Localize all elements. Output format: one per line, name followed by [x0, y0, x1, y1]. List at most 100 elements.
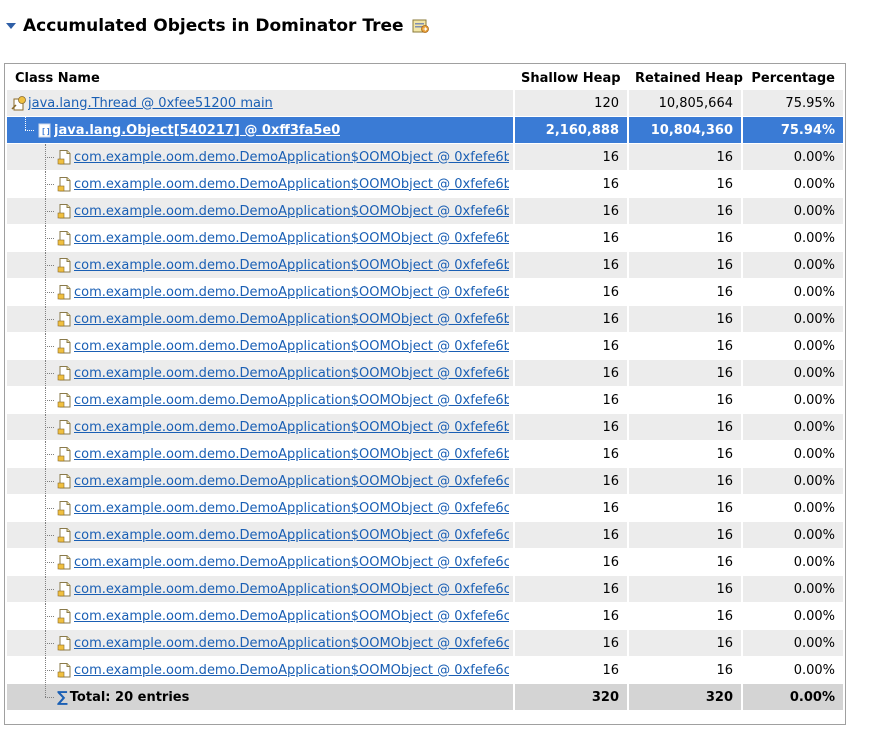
- root-object-link[interactable]: java.lang.Thread @ 0xfee51200 main: [28, 96, 273, 111]
- child-object-link[interactable]: com.example.oom.demo.DemoApplication$OOM…: [74, 204, 509, 219]
- table-row[interactable]: com.example.oom.demo.DemoApplication$OOM…: [7, 171, 843, 198]
- child-object-link[interactable]: com.example.oom.demo.DemoApplication$OOM…: [74, 150, 509, 165]
- child-object-link[interactable]: com.example.oom.demo.DemoApplication$OOM…: [74, 555, 509, 570]
- instance-object-icon: [57, 366, 71, 381]
- tree-connector: [41, 603, 57, 629]
- column-header-class-name[interactable]: Class Name: [7, 66, 513, 90]
- child-object-link[interactable]: com.example.oom.demo.DemoApplication$OOM…: [74, 420, 509, 435]
- table-row[interactable]: com.example.oom.demo.DemoApplication$OOM…: [7, 279, 843, 306]
- root-row[interactable]: java.lang.Thread @ 0xfee51200 main 120 1…: [7, 90, 843, 117]
- table-row[interactable]: com.example.oom.demo.DemoApplication$OOM…: [7, 225, 843, 252]
- child-retained-heap: 16: [627, 441, 741, 468]
- tree-connector: [41, 468, 57, 494]
- child-object-link[interactable]: com.example.oom.demo.DemoApplication$OOM…: [74, 663, 509, 678]
- child-object-link[interactable]: com.example.oom.demo.DemoApplication$OOM…: [74, 528, 509, 543]
- child-object-link[interactable]: com.example.oom.demo.DemoApplication$OOM…: [74, 339, 509, 354]
- table-row[interactable]: com.example.oom.demo.DemoApplication$OOM…: [7, 468, 843, 495]
- child-object-link[interactable]: com.example.oom.demo.DemoApplication$OOM…: [74, 285, 509, 300]
- table-row[interactable]: com.example.oom.demo.DemoApplication$OOM…: [7, 387, 843, 414]
- child-percentage: 0.00%: [741, 279, 843, 306]
- table-row[interactable]: com.example.oom.demo.DemoApplication$OOM…: [7, 144, 843, 171]
- table-row[interactable]: com.example.oom.demo.DemoApplication$OOM…: [7, 441, 843, 468]
- child-object-link[interactable]: com.example.oom.demo.DemoApplication$OOM…: [74, 258, 509, 273]
- root-shallow-heap: 120: [513, 90, 627, 117]
- column-header-retained-heap[interactable]: Retained Heap: [627, 66, 743, 90]
- instance-object-icon: [57, 474, 71, 489]
- child-retained-heap: 16: [627, 576, 741, 603]
- root-percentage: 75.95%: [741, 90, 843, 117]
- table-row[interactable]: com.example.oom.demo.DemoApplication$OOM…: [7, 576, 843, 603]
- child-shallow-heap: 16: [513, 603, 627, 630]
- dominator-tree-table: Class Name Shallow Heap Retained Heap Pe…: [7, 66, 843, 711]
- column-header-percentage[interactable]: Percentage: [741, 66, 843, 90]
- child-percentage: 0.00%: [741, 225, 843, 252]
- child-shallow-heap: 16: [513, 306, 627, 333]
- table-row[interactable]: com.example.oom.demo.DemoApplication$OOM…: [7, 630, 843, 657]
- table-row[interactable]: com.example.oom.demo.DemoApplication$OOM…: [7, 522, 843, 549]
- child-object-link[interactable]: com.example.oom.demo.DemoApplication$OOM…: [74, 393, 509, 408]
- table-row[interactable]: com.example.oom.demo.DemoApplication$OOM…: [7, 495, 843, 522]
- table-row[interactable]: com.example.oom.demo.DemoApplication$OOM…: [7, 414, 843, 441]
- child-object-link[interactable]: com.example.oom.demo.DemoApplication$OOM…: [74, 447, 509, 462]
- table-row[interactable]: com.example.oom.demo.DemoApplication$OOM…: [7, 198, 843, 225]
- instance-object-icon: [57, 528, 71, 543]
- child-object-link[interactable]: com.example.oom.demo.DemoApplication$OOM…: [74, 501, 509, 516]
- instance-object-icon: [57, 150, 71, 165]
- child-retained-heap: 16: [627, 171, 741, 198]
- instance-object-icon: [57, 393, 71, 408]
- child-retained-heap: 16: [627, 603, 741, 630]
- instance-object-icon: [57, 285, 71, 300]
- tree-connector: [21, 117, 37, 143]
- child-object-link[interactable]: com.example.oom.demo.DemoApplication$OOM…: [74, 636, 509, 651]
- column-header-shallow-heap[interactable]: Shallow Heap: [513, 66, 627, 90]
- child-shallow-heap: 16: [513, 171, 627, 198]
- table-row[interactable]: com.example.oom.demo.DemoApplication$OOM…: [7, 603, 843, 630]
- child-percentage: 0.00%: [741, 387, 843, 414]
- child-object-link[interactable]: com.example.oom.demo.DemoApplication$OOM…: [74, 177, 509, 192]
- child-shallow-heap: 16: [513, 576, 627, 603]
- instance-object-icon: [57, 663, 71, 678]
- child-retained-heap: 16: [627, 549, 741, 576]
- thread-object-icon: [11, 96, 26, 111]
- child-retained-heap: 16: [627, 657, 741, 684]
- child-retained-heap: 16: [627, 225, 741, 252]
- child-retained-heap: 16: [627, 144, 741, 171]
- instance-object-icon: [57, 231, 71, 246]
- child-shallow-heap: 16: [513, 657, 627, 684]
- table-row[interactable]: com.example.oom.demo.DemoApplication$OOM…: [7, 333, 843, 360]
- table-row[interactable]: com.example.oom.demo.DemoApplication$OOM…: [7, 360, 843, 387]
- chevron-down-icon[interactable]: [5, 20, 17, 32]
- table-row[interactable]: com.example.oom.demo.DemoApplication$OOM…: [7, 657, 843, 684]
- child-percentage: 0.00%: [741, 522, 843, 549]
- section-header: Accumulated Objects in Dominator Tree: [5, 14, 430, 38]
- child-object-link[interactable]: com.example.oom.demo.DemoApplication$OOM…: [74, 582, 509, 597]
- child-object-link[interactable]: com.example.oom.demo.DemoApplication$OOM…: [74, 366, 509, 381]
- selected-object-link[interactable]: java.lang.Object[540217] @ 0xff3fa5e0: [54, 123, 340, 138]
- child-retained-heap: 16: [627, 522, 741, 549]
- child-retained-heap: 16: [627, 495, 741, 522]
- selected-shallow-heap: 2,160,888: [513, 117, 627, 144]
- tree-connector: [41, 657, 57, 683]
- table-row[interactable]: com.example.oom.demo.DemoApplication$OOM…: [7, 306, 843, 333]
- dominator-table-frame: Class Name Shallow Heap Retained Heap Pe…: [4, 63, 846, 725]
- child-shallow-heap: 16: [513, 144, 627, 171]
- tree-connector: [41, 414, 57, 440]
- selected-retained-heap: 10,804,360: [627, 117, 741, 144]
- selected-row[interactable]: [] java.lang.Object[540217] @ 0xff3fa5e0…: [7, 117, 843, 144]
- child-object-link[interactable]: com.example.oom.demo.DemoApplication$OOM…: [74, 312, 509, 327]
- child-object-link[interactable]: com.example.oom.demo.DemoApplication$OOM…: [74, 231, 509, 246]
- child-retained-heap: 16: [627, 387, 741, 414]
- export-icon[interactable]: [412, 18, 430, 34]
- root-retained-heap: 10,805,664: [627, 90, 741, 117]
- child-object-link[interactable]: com.example.oom.demo.DemoApplication$OOM…: [74, 474, 509, 489]
- table-row[interactable]: com.example.oom.demo.DemoApplication$OOM…: [7, 549, 843, 576]
- child-percentage: 0.00%: [741, 333, 843, 360]
- instance-object-icon: [57, 609, 71, 624]
- table-row[interactable]: com.example.oom.demo.DemoApplication$OOM…: [7, 252, 843, 279]
- child-object-link[interactable]: com.example.oom.demo.DemoApplication$OOM…: [74, 609, 509, 624]
- table-header-row: Class Name Shallow Heap Retained Heap Pe…: [7, 66, 843, 90]
- instance-object-icon: [57, 636, 71, 651]
- svg-text:[]: []: [41, 127, 51, 136]
- instance-object-icon: [57, 258, 71, 273]
- tree-connector: [41, 441, 57, 467]
